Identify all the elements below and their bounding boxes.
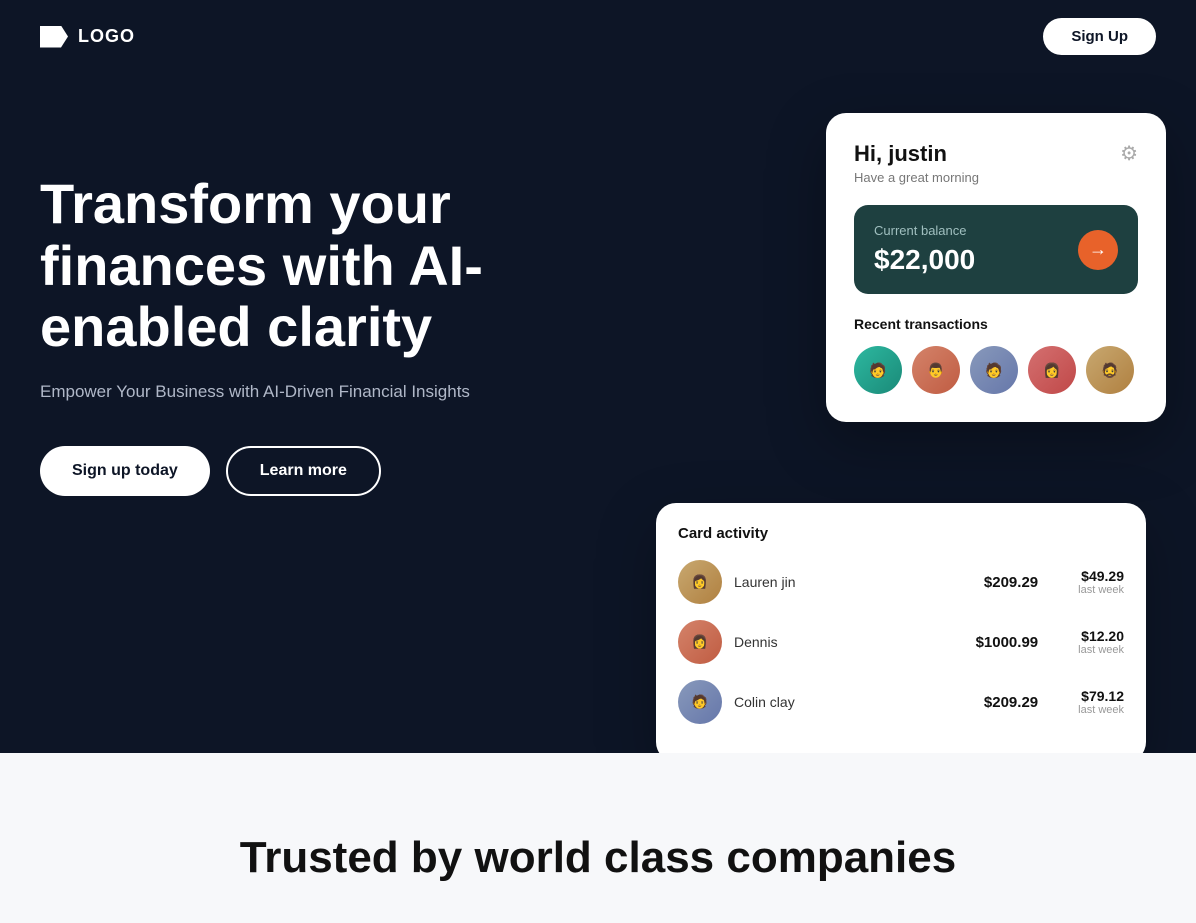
tx-time-3: last week — [1078, 704, 1124, 716]
hero-subtitle: Empower Your Business with AI-Driven Fin… — [40, 382, 540, 402]
tx-avatar-1: 👩 — [678, 560, 722, 604]
tx-time-2: last week — [1078, 644, 1124, 656]
nav-signup-button[interactable]: Sign Up — [1043, 18, 1156, 55]
trusted-title: Trusted by world class companies — [40, 833, 1156, 883]
navbar: LOGO Sign Up — [0, 0, 1196, 73]
hero-section: Transform your finances with AI-enabled … — [0, 73, 1196, 753]
card-header: Hi, justin Have a great morning ⚙ — [854, 141, 1138, 185]
logo: LOGO — [40, 26, 135, 48]
table-row: 👩 Dennis $1000.99 $12.20 last week — [678, 620, 1124, 664]
logo-text: LOGO — [78, 26, 135, 47]
greeting-name: Hi, justin — [854, 141, 979, 167]
greeting-sub: Have a great morning — [854, 170, 979, 185]
tx-name-3: Colin clay — [734, 694, 795, 710]
table-row: 🧑 Colin clay $209.29 $79.12 last week — [678, 680, 1124, 724]
tx-name-2: Dennis — [734, 634, 778, 650]
tx-amount-2: $1000.99 — [976, 634, 1039, 651]
transaction-left: 👩 Dennis — [678, 620, 778, 664]
balance-label: Current balance — [874, 223, 975, 238]
bottom-section: Trusted by world class companies — [0, 753, 1196, 923]
tx-side-amount-1: $49.29 — [1078, 568, 1124, 584]
signup-today-button[interactable]: Sign up today — [40, 446, 210, 496]
tx-side-amount-2: $12.20 — [1078, 628, 1124, 644]
learn-more-button[interactable]: Learn more — [226, 446, 381, 496]
activity-card: Card activity 👩 Lauren jin $209.29 $49.2… — [656, 503, 1146, 753]
tx-time-1: last week — [1078, 584, 1124, 596]
tx-amount-3: $209.29 — [984, 694, 1038, 711]
transaction-left: 🧑 Colin clay — [678, 680, 795, 724]
balance-arrow-button[interactable]: → — [1078, 230, 1118, 270]
settings-icon[interactable]: ⚙ — [1120, 141, 1138, 166]
tx-avatar-2: 👩 — [678, 620, 722, 664]
hero-right: Hi, justin Have a great morning ⚙ Curren… — [826, 113, 1166, 422]
activity-title: Card activity — [678, 525, 1124, 542]
avatar-2: 👨 — [912, 346, 960, 394]
greeting-block: Hi, justin Have a great morning — [854, 141, 979, 185]
tx-side-1: $49.29 last week — [1078, 568, 1124, 596]
avatar-1: 🧑 — [854, 346, 902, 394]
balance-card: Current balance $22,000 → — [854, 205, 1138, 294]
tx-name-1: Lauren jin — [734, 574, 796, 590]
recent-transactions-label: Recent transactions — [854, 316, 1138, 332]
transaction-left: 👩 Lauren jin — [678, 560, 796, 604]
avatar-3: 🧑 — [970, 346, 1018, 394]
tx-amount-1: $209.29 — [984, 574, 1038, 591]
balance-amount: $22,000 — [874, 244, 975, 276]
avatar-5: 🧔 — [1086, 346, 1134, 394]
logo-icon — [40, 26, 68, 48]
tx-side-2: $12.20 last week — [1078, 628, 1124, 656]
dashboard-card: Hi, justin Have a great morning ⚙ Curren… — [826, 113, 1166, 422]
hero-buttons: Sign up today Learn more — [40, 446, 1156, 496]
avatars-row: 🧑 👨 🧑 👩 🧔 — [854, 346, 1138, 394]
avatar-4: 👩 — [1028, 346, 1076, 394]
table-row: 👩 Lauren jin $209.29 $49.29 last week — [678, 560, 1124, 604]
hero-title: Transform your finances with AI-enabled … — [40, 173, 660, 358]
tx-side-3: $79.12 last week — [1078, 688, 1124, 716]
tx-side-amount-3: $79.12 — [1078, 688, 1124, 704]
balance-block: Current balance $22,000 — [874, 223, 975, 276]
tx-avatar-3: 🧑 — [678, 680, 722, 724]
